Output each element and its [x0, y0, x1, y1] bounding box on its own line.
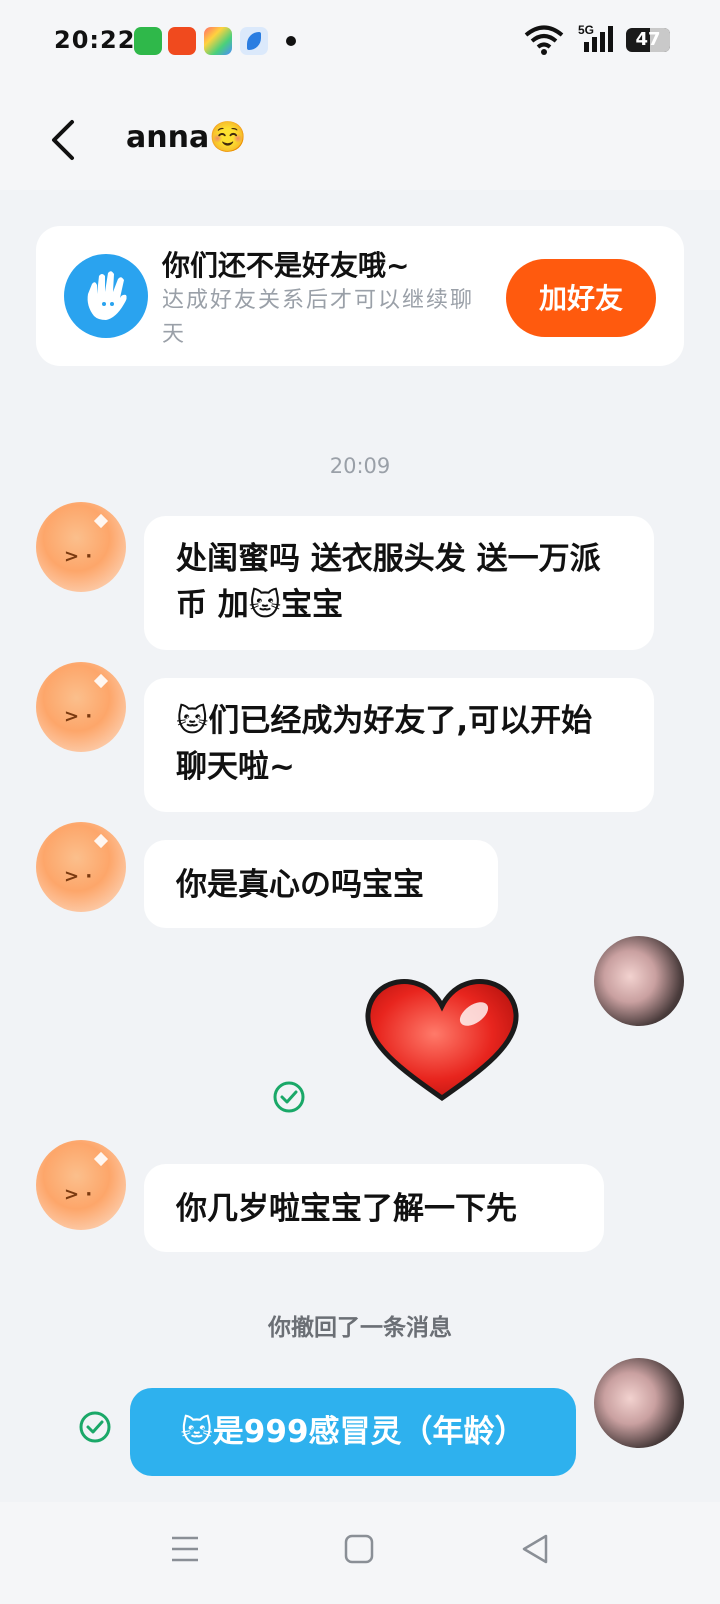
wifi-icon	[524, 25, 564, 55]
notification-dot-icon	[286, 36, 296, 46]
blue-feather-app-icon	[240, 27, 268, 55]
colorful-app-icon	[204, 27, 232, 55]
red-heart-sticker[interactable]	[362, 974, 522, 1104]
contact-avatar[interactable]: > ·	[36, 822, 126, 912]
waving-hand-icon	[64, 254, 148, 338]
my-avatar[interactable]	[594, 936, 684, 1026]
back-arrow-icon[interactable]	[48, 118, 78, 162]
contact-avatar[interactable]: > ·	[36, 662, 126, 752]
battery-level: 47	[635, 29, 661, 50]
received-message[interactable]: 你几岁啦宝宝了解⼀下先	[144, 1164, 604, 1252]
banner-subtitle: 达成好友关系后才可以继续聊天	[162, 288, 475, 347]
received-message[interactable]: 你是真心の吗宝宝	[144, 840, 498, 928]
home-square-icon[interactable]	[342, 1532, 376, 1566]
banner-title: 你们还不是好友哦~	[162, 249, 410, 282]
received-message[interactable]: 处闺蜜吗 送衣服头发 送⼀万派币 加🐱宝宝	[144, 516, 654, 650]
battery-icon: 47	[626, 28, 670, 52]
back-triangle-icon[interactable]	[520, 1532, 550, 1566]
network-label: 5G	[578, 23, 594, 37]
my-avatar[interactable]	[594, 1358, 684, 1448]
chat-title[interactable]: anna☺️	[126, 120, 247, 155]
message-timestamp: 20:09	[329, 454, 391, 478]
received-message[interactable]: 🐱们已经成为好友了,可以开始聊天啦~	[144, 678, 654, 812]
chat-header	[0, 86, 720, 190]
read-check-icon	[79, 1411, 111, 1443]
status-time: 20:22	[54, 26, 136, 54]
add-friend-button[interactable]: 加好友	[506, 259, 656, 337]
contact-avatar[interactable]: > ·	[36, 502, 126, 592]
menu-icon[interactable]	[170, 1534, 200, 1564]
read-check-icon	[273, 1081, 305, 1113]
recall-notice: 你撤回了⼀条消息	[268, 1315, 452, 1341]
sent-message[interactable]: 🐱是999感冒灵（年龄）	[130, 1388, 576, 1476]
signal-icon: 5G	[578, 23, 613, 52]
shopping-app-icon	[134, 27, 162, 55]
pinduoduo-app-icon	[168, 27, 196, 55]
contact-avatar[interactable]: > ·	[36, 1140, 126, 1230]
